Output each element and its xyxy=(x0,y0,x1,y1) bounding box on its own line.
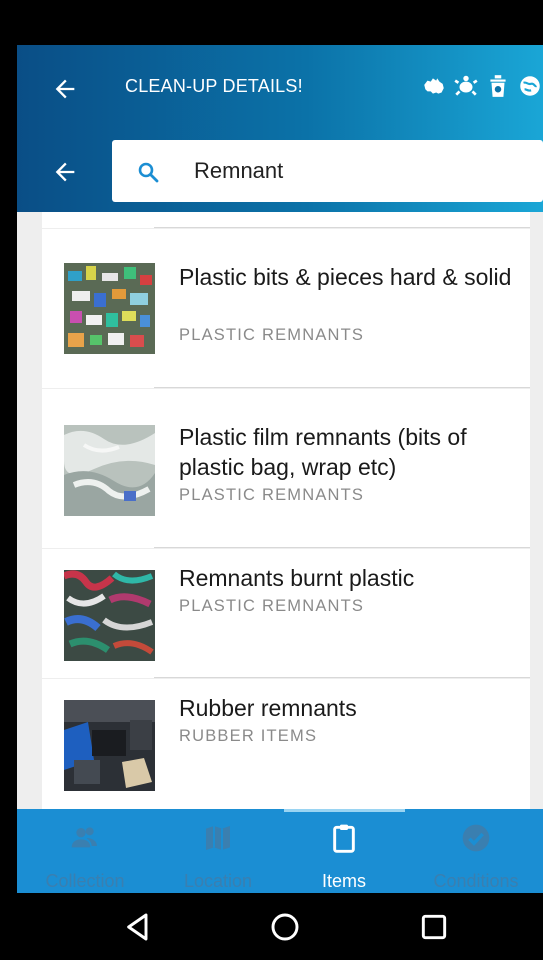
item-category: PLASTIC REMNANTS xyxy=(179,486,365,504)
nav-home-icon[interactable] xyxy=(269,911,301,943)
search-icon xyxy=(138,162,159,183)
clipboard-icon xyxy=(333,824,355,853)
list-item-partial xyxy=(42,212,530,228)
item-category: PLASTIC REMNANTS xyxy=(179,326,365,344)
check-circle-icon xyxy=(462,824,490,852)
bin-icon xyxy=(490,75,506,97)
search-query-text: Remnant xyxy=(194,158,284,183)
map-icon xyxy=(206,826,230,850)
search-back-arrow-icon[interactable] xyxy=(51,158,79,186)
system-nav-bar xyxy=(17,893,543,960)
list-item[interactable]: Plastic bits & pieces hard & solid PLAST… xyxy=(42,229,530,388)
divider xyxy=(154,227,530,228)
search-bar: Remnant xyxy=(17,136,543,212)
app-frame: CLEAN-UP DETAILS! Remnant Plastic bits &… xyxy=(17,0,543,960)
bottom-tab-bar: Collection Location Items Conditions xyxy=(17,809,543,893)
tab-label: Items xyxy=(321,871,366,891)
burnt-plastic-photo xyxy=(64,570,155,661)
tab-label: Conditions xyxy=(433,871,519,891)
search-input[interactable]: Remnant xyxy=(112,140,543,202)
page-title: CLEAN-UP DETAILS! xyxy=(125,76,303,96)
status-bar xyxy=(17,0,543,45)
tab-conditions[interactable]: Conditions xyxy=(410,809,542,893)
rubber-photo xyxy=(64,700,155,791)
tab-location[interactable]: Location xyxy=(152,809,284,893)
list-item[interactable]: Rubber remnants RUBBER ITEMS xyxy=(42,679,530,809)
australia-icon xyxy=(424,78,444,94)
list-item[interactable]: Plastic film remnants (bits of plastic b… xyxy=(42,389,530,548)
tab-label: Collection xyxy=(45,871,125,891)
globe-icon xyxy=(520,76,540,96)
item-name: Plastic bits & pieces hard & solid xyxy=(179,264,512,290)
divider xyxy=(154,677,530,678)
tab-collection[interactable]: Collection xyxy=(19,809,151,893)
item-category: PLASTIC REMNANTS xyxy=(179,597,365,615)
item-name: Rubber remnants xyxy=(179,695,357,721)
tab-label: Location xyxy=(183,871,253,891)
list-item[interactable]: Remnants burnt plastic PLASTIC REMNANTS xyxy=(42,549,530,678)
nav-back-icon[interactable] xyxy=(122,911,154,943)
tab-items[interactable]: Items xyxy=(278,809,410,893)
turtle-icon xyxy=(454,75,478,96)
app-header: CLEAN-UP DETAILS! xyxy=(17,45,543,136)
item-name: Plastic film remnants (bits of plastic b… xyxy=(179,424,467,480)
item-category: RUBBER ITEMS xyxy=(179,727,318,745)
divider xyxy=(154,547,530,548)
divider xyxy=(154,387,530,388)
plastic-film-photo xyxy=(64,425,155,516)
results-list[interactable]: Plastic bits & pieces hard & solid PLAST… xyxy=(17,212,543,809)
people-icon xyxy=(71,827,97,848)
nav-recents-icon[interactable] xyxy=(418,911,450,943)
item-name: Remnants burnt plastic xyxy=(179,565,415,591)
plastic-bits-photo xyxy=(64,263,155,354)
header-logo-icons xyxy=(421,73,543,105)
back-arrow-icon[interactable] xyxy=(51,75,79,103)
